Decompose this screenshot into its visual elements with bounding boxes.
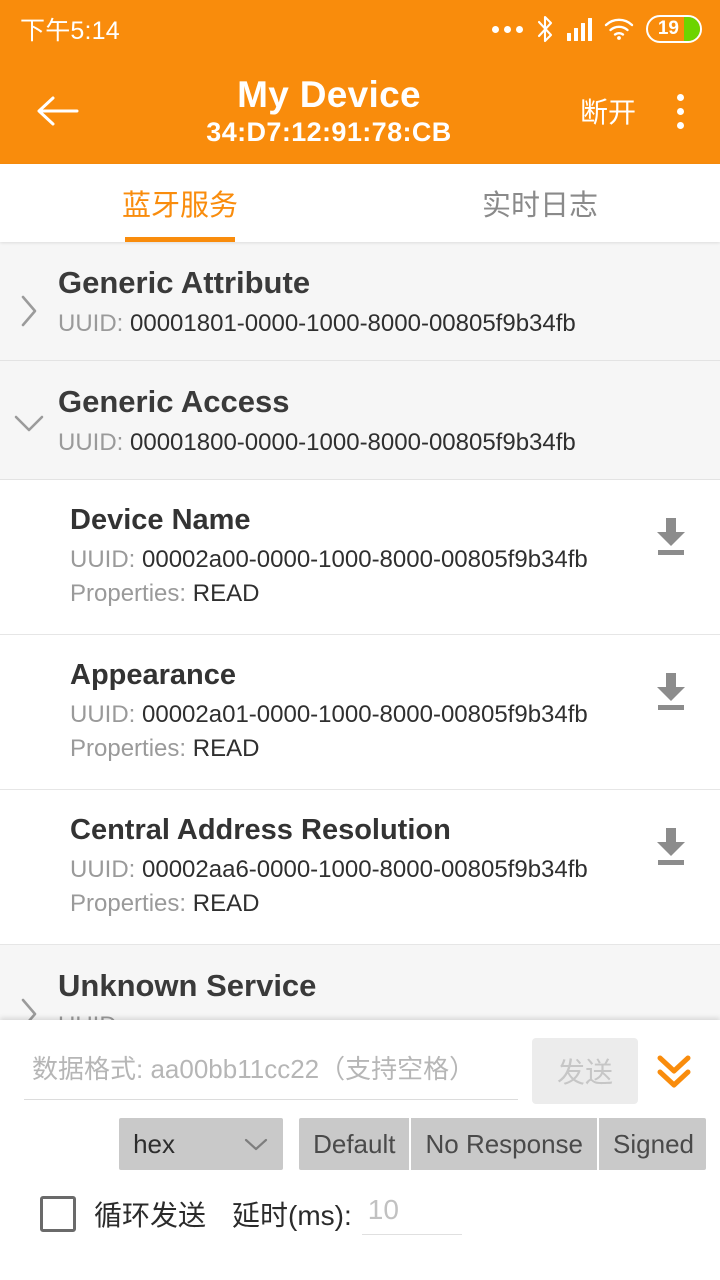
tab-realtime-log[interactable]: 实时日志 xyxy=(360,164,720,242)
read-characteristic-button[interactable] xyxy=(648,814,694,873)
service-row[interactable]: Generic Access UUID: 00001800-0000-1000-… xyxy=(0,360,720,480)
wifi-icon xyxy=(604,18,634,40)
delay-input[interactable] xyxy=(361,1192,462,1235)
kebab-menu-icon xyxy=(676,93,684,101)
tab-bluetooth-services[interactable]: 蓝牙服务 xyxy=(0,164,360,242)
more-dots-icon xyxy=(491,25,523,33)
characteristic-text-block: Device Name UUID: 00002a00-0000-1000-800… xyxy=(70,504,648,608)
overflow-menu-button[interactable] xyxy=(662,85,698,137)
cellular-signal-icon xyxy=(566,17,592,41)
service-name: Unknown Service xyxy=(58,967,317,1003)
characteristic-uuid-label: UUID: xyxy=(70,700,136,728)
write-type-signed[interactable]: Signed xyxy=(599,1118,706,1170)
service-name: Generic Attribute xyxy=(58,265,311,300)
back-arrow-icon xyxy=(37,96,79,126)
service-text-block: Generic Access UUID: 00001800-0000-1000-… xyxy=(58,383,700,457)
data-input[interactable] xyxy=(24,1042,518,1100)
service-text-block: Generic Attribute UUID: 00001801-0000-10… xyxy=(58,264,700,338)
characteristic-name: Appearance xyxy=(70,658,237,691)
battery-icon: 19 xyxy=(646,15,702,43)
characteristic-row[interactable]: Central Address Resolution UUID: 00002aa… xyxy=(0,789,720,945)
characteristic-properties: Properties: READ xyxy=(70,580,648,608)
download-read-icon xyxy=(657,827,685,865)
delay-label: 延时(ms): xyxy=(232,1199,352,1231)
loop-send-label: 循环发送 xyxy=(94,1199,207,1231)
characteristic-properties-value: READ xyxy=(192,734,260,762)
characteristic-text-block: Appearance UUID: 00002a01-0000-1000-8000… xyxy=(70,659,648,763)
service-uuid-label: UUID: xyxy=(58,428,124,456)
service-uuid: UUID: 00001800-0000-1000-8000-00805f9b34… xyxy=(58,429,700,457)
write-type-no-response[interactable]: No Response xyxy=(411,1118,600,1170)
send-button[interactable]: 发送 xyxy=(532,1038,638,1104)
service-name: Generic Access xyxy=(58,383,290,419)
characteristic-properties: Properties: READ xyxy=(70,735,648,763)
service-row[interactable]: Generic Attribute UUID: 00001801-0000-10… xyxy=(0,242,720,361)
characteristic-properties-label: Properties: xyxy=(70,889,187,917)
page-title: My Device xyxy=(237,73,421,115)
write-send-row: 发送 xyxy=(0,1030,720,1104)
characteristic-uuid: UUID: 00002a00-0000-1000-8000-00805f9b34… xyxy=(70,546,648,574)
status-bar-icons: 19 xyxy=(491,15,702,43)
device-title-block: My Device 34:D7:12:91:78:CB xyxy=(78,73,580,147)
characteristic-properties-label: Properties: xyxy=(70,579,187,607)
characteristic-uuid-value: 00002aa6-0000-1000-8000-00805f9b34fb xyxy=(142,855,588,883)
write-panel: 发送 hex Default No Response Signed xyxy=(0,1020,720,1280)
data-format-value: hex xyxy=(133,1128,176,1159)
loop-send-row: 循环发送 延时(ms): xyxy=(0,1170,720,1235)
app-bar: My Device 34:D7:12:91:78:CB 断开 xyxy=(0,58,720,164)
service-uuid: UUID: 00001801-0000-1000-8000-00805f9b34… xyxy=(58,310,700,338)
write-type-segmented-control: Default No Response Signed xyxy=(299,1118,706,1170)
write-options-row: hex Default No Response Signed xyxy=(0,1104,720,1170)
download-read-icon xyxy=(657,672,685,710)
service-uuid-label: UUID: xyxy=(58,309,124,337)
loop-send-checkbox[interactable] xyxy=(40,1195,76,1232)
battery-level-text: 19 xyxy=(657,18,679,39)
characteristic-properties-value: READ xyxy=(192,579,260,607)
characteristic-name: Device Name xyxy=(70,503,251,536)
characteristic-name: Central Address Resolution xyxy=(70,813,451,846)
characteristic-uuid-value: 00002a01-0000-1000-8000-00805f9b34fb xyxy=(142,700,588,728)
double-chevron-down-icon xyxy=(657,1055,691,1088)
characteristic-uuid-value: 00002a00-0000-1000-8000-00805f9b34fb xyxy=(142,545,588,573)
bluetooth-icon xyxy=(537,15,552,43)
status-bar: 下午5:14 19 xyxy=(0,0,720,58)
read-characteristic-button[interactable] xyxy=(648,504,694,563)
characteristic-row[interactable]: Appearance UUID: 00002a01-0000-1000-8000… xyxy=(0,634,720,790)
characteristic-uuid-label: UUID: xyxy=(70,855,136,883)
read-characteristic-button[interactable] xyxy=(648,659,694,718)
bluetooth-device-screen: 下午5:14 19 My Device 34:D7:12:91:78:CB 断开… xyxy=(0,0,720,1280)
characteristic-properties: Properties: READ xyxy=(70,890,648,918)
device-mac-address: 34:D7:12:91:78:CB xyxy=(206,116,452,147)
data-format-select[interactable]: hex xyxy=(119,1118,284,1170)
expand-panel-button[interactable] xyxy=(644,1048,704,1094)
disconnect-button[interactable]: 断开 xyxy=(580,91,636,131)
write-type-default[interactable]: Default xyxy=(299,1118,412,1170)
status-bar-clock: 下午5:14 xyxy=(20,17,120,45)
tab-bar: 蓝牙服务 实时日志 xyxy=(0,164,720,242)
download-read-icon xyxy=(657,517,685,555)
service-uuid-value: 00001800-0000-1000-8000-00805f9b34fb xyxy=(130,428,576,456)
characteristic-text-block: Central Address Resolution UUID: 00002aa… xyxy=(70,814,648,918)
service-uuid-value: 00001801-0000-1000-8000-00805f9b34fb xyxy=(130,309,576,337)
characteristic-uuid: UUID: 00002aa6-0000-1000-8000-00805f9b34… xyxy=(70,856,648,884)
characteristic-properties-value: READ xyxy=(192,889,260,917)
chevron-down-icon xyxy=(0,383,58,435)
characteristic-row[interactable]: Device Name UUID: 00002a00-0000-1000-800… xyxy=(0,479,720,635)
chevron-right-icon xyxy=(0,264,58,330)
characteristic-uuid-label: UUID: xyxy=(70,545,136,573)
chevron-down-icon xyxy=(244,1138,268,1151)
characteristic-properties-label: Properties: xyxy=(70,734,187,762)
characteristic-uuid: UUID: 00002a01-0000-1000-8000-00805f9b34… xyxy=(70,701,648,729)
